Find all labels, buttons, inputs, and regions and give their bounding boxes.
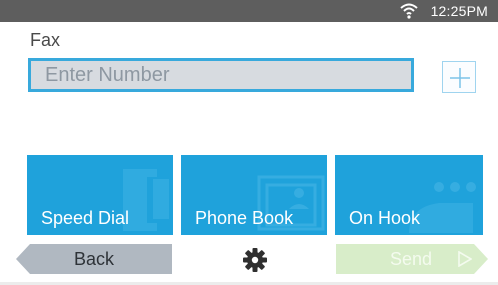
status-time: 12:25PM	[430, 3, 488, 19]
number-field[interactable]	[28, 58, 414, 92]
plus-icon	[450, 68, 470, 88]
fax-number-input[interactable]	[31, 61, 411, 89]
settings-button[interactable]	[242, 247, 268, 273]
gear-icon	[243, 248, 267, 272]
send-button[interactable]: Send	[336, 244, 488, 274]
add-number-button[interactable]	[442, 61, 476, 93]
on-hook-button[interactable]: On Hook	[335, 155, 483, 235]
page-title: Fax	[30, 30, 61, 50]
speed-dial-button[interactable]: Speed Dial	[27, 155, 173, 235]
on-hook-label: On Hook	[349, 208, 421, 228]
back-button[interactable]: Back	[16, 244, 172, 274]
phone-book-button[interactable]: Phone Book	[181, 155, 327, 235]
back-label: Back	[73, 249, 115, 269]
phone-book-label: Phone Book	[195, 208, 294, 228]
send-label: Send	[390, 249, 433, 269]
wifi-icon	[400, 3, 418, 19]
speed-dial-label: Speed Dial	[41, 208, 130, 228]
status-bar: 12:25PM	[0, 0, 498, 22]
play-arrow-icon	[458, 251, 472, 267]
